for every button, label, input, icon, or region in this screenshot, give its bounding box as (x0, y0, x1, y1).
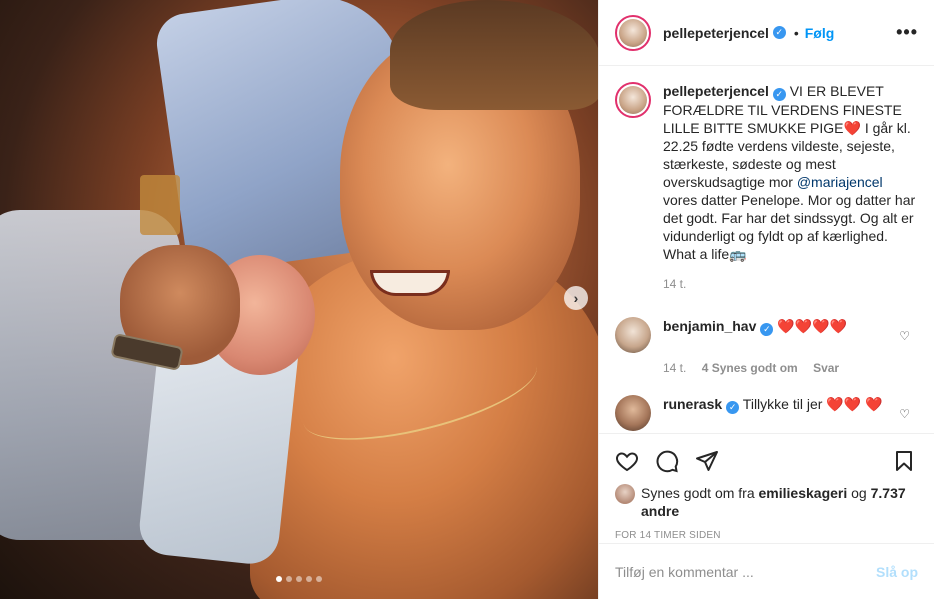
comment-avatar[interactable] (615, 317, 651, 353)
comment-input[interactable] (615, 563, 876, 580)
post-timestamp[interactable]: FOR 14 TIMER SIDEN (615, 530, 918, 541)
caption-meta: 14 t. (663, 277, 918, 291)
photo-shelf (140, 175, 180, 235)
comment-like-heart-icon[interactable]: ♡ (899, 329, 910, 343)
carousel-dot (316, 576, 322, 582)
post-header: pellepeterjencel ✓ • Følg ••• (599, 0, 934, 66)
bookmark-icon[interactable] (892, 449, 918, 475)
caption-avatar[interactable] (615, 82, 651, 118)
post-actions: Synes godt om fra emilieskageri og 7.737… (599, 433, 934, 543)
caption: pellepeterjencel ✓ VI ER BLEVET FORÆLDRE … (615, 82, 918, 263)
comment-avatar[interactable] (615, 395, 651, 431)
separator-dot: • (793, 24, 799, 41)
likes-text: Synes godt om fra emilieskageri og 7.737… (641, 484, 918, 520)
comment-text: benjamin_hav ✓ ❤️❤️❤️❤️ (663, 317, 875, 336)
caption-mention[interactable]: @mariajencel (797, 174, 883, 190)
comment-like-heart-icon[interactable]: ♡ (899, 407, 910, 421)
follow-button[interactable]: Følg (805, 25, 835, 41)
verified-badge-icon: ✓ (772, 26, 786, 39)
post-dialog: › pellepeterjencel ✓ • Følg ••• pellepet… (0, 0, 934, 599)
caption-time[interactable]: 14 t. (663, 277, 686, 291)
comment-icon[interactable] (655, 449, 681, 475)
chevron-right-icon: › (573, 290, 579, 306)
comment-time[interactable]: 14 t. (663, 361, 686, 375)
comment-likes[interactable]: 4 Synes godt om (702, 361, 798, 375)
comment-username[interactable]: runerask (663, 396, 722, 412)
comment-body: ❤️❤️❤️❤️ (777, 318, 847, 334)
author-avatar[interactable] (615, 14, 651, 51)
liker-username[interactable]: emilieskageri (759, 485, 848, 501)
post-sidebar: pellepeterjencel ✓ • Følg ••• pellepeter… (598, 0, 934, 599)
photo-hair (390, 0, 598, 110)
likes-prefix: Synes godt om fra (641, 485, 759, 501)
post-photo[interactable]: › (0, 0, 598, 599)
share-icon[interactable] (695, 449, 721, 475)
caption-body-2: vores datter Penelope. Mor og datter har… (663, 192, 916, 262)
verified-badge-icon: ✓ (726, 401, 740, 414)
likes-summary: Synes godt om fra emilieskageri og 7.737… (615, 484, 918, 520)
post-comment-button[interactable]: Slå op (876, 564, 918, 580)
carousel-dot-active (276, 576, 282, 582)
next-photo-button[interactable]: › (564, 286, 588, 310)
carousel-dot (306, 576, 312, 582)
comment-item: benjamin_hav ✓ ❤️❤️❤️❤️ ♡ (615, 317, 918, 353)
more-options-icon[interactable]: ••• (896, 22, 918, 43)
carousel-dot (296, 576, 302, 582)
liker-avatar[interactable] (615, 484, 635, 504)
comment-item: runerask ✓ Tillykke til jer ❤️❤️ ❤️ ♡ (615, 395, 918, 431)
comment-username[interactable]: benjamin_hav (663, 318, 756, 334)
comment-body: Tillykke til jer ❤️❤️ ❤️ (742, 396, 883, 412)
caption-text: pellepeterjencel ✓ VI ER BLEVET FORÆLDRE … (663, 82, 918, 263)
add-comment-bar: Slå op (599, 543, 934, 599)
carousel-dot (286, 576, 292, 582)
comment-meta: 14 t. 4 Synes godt om Svar (663, 361, 918, 375)
carousel-indicator (0, 576, 598, 582)
comment-text: runerask ✓ Tillykke til jer ❤️❤️ ❤️ (663, 395, 910, 414)
likes-middle: og (847, 485, 871, 501)
author-username[interactable]: pellepeterjencel (663, 25, 769, 41)
reply-button[interactable]: Svar (813, 361, 839, 375)
caption-username[interactable]: pellepeterjencel (663, 83, 769, 99)
verified-badge-icon: ✓ (760, 323, 774, 336)
verified-badge-icon: ✓ (772, 88, 786, 101)
heart-icon[interactable] (615, 449, 641, 475)
comments-list[interactable]: pellepeterjencel ✓ VI ER BLEVET FORÆLDRE … (599, 66, 934, 433)
action-bar (615, 442, 918, 482)
